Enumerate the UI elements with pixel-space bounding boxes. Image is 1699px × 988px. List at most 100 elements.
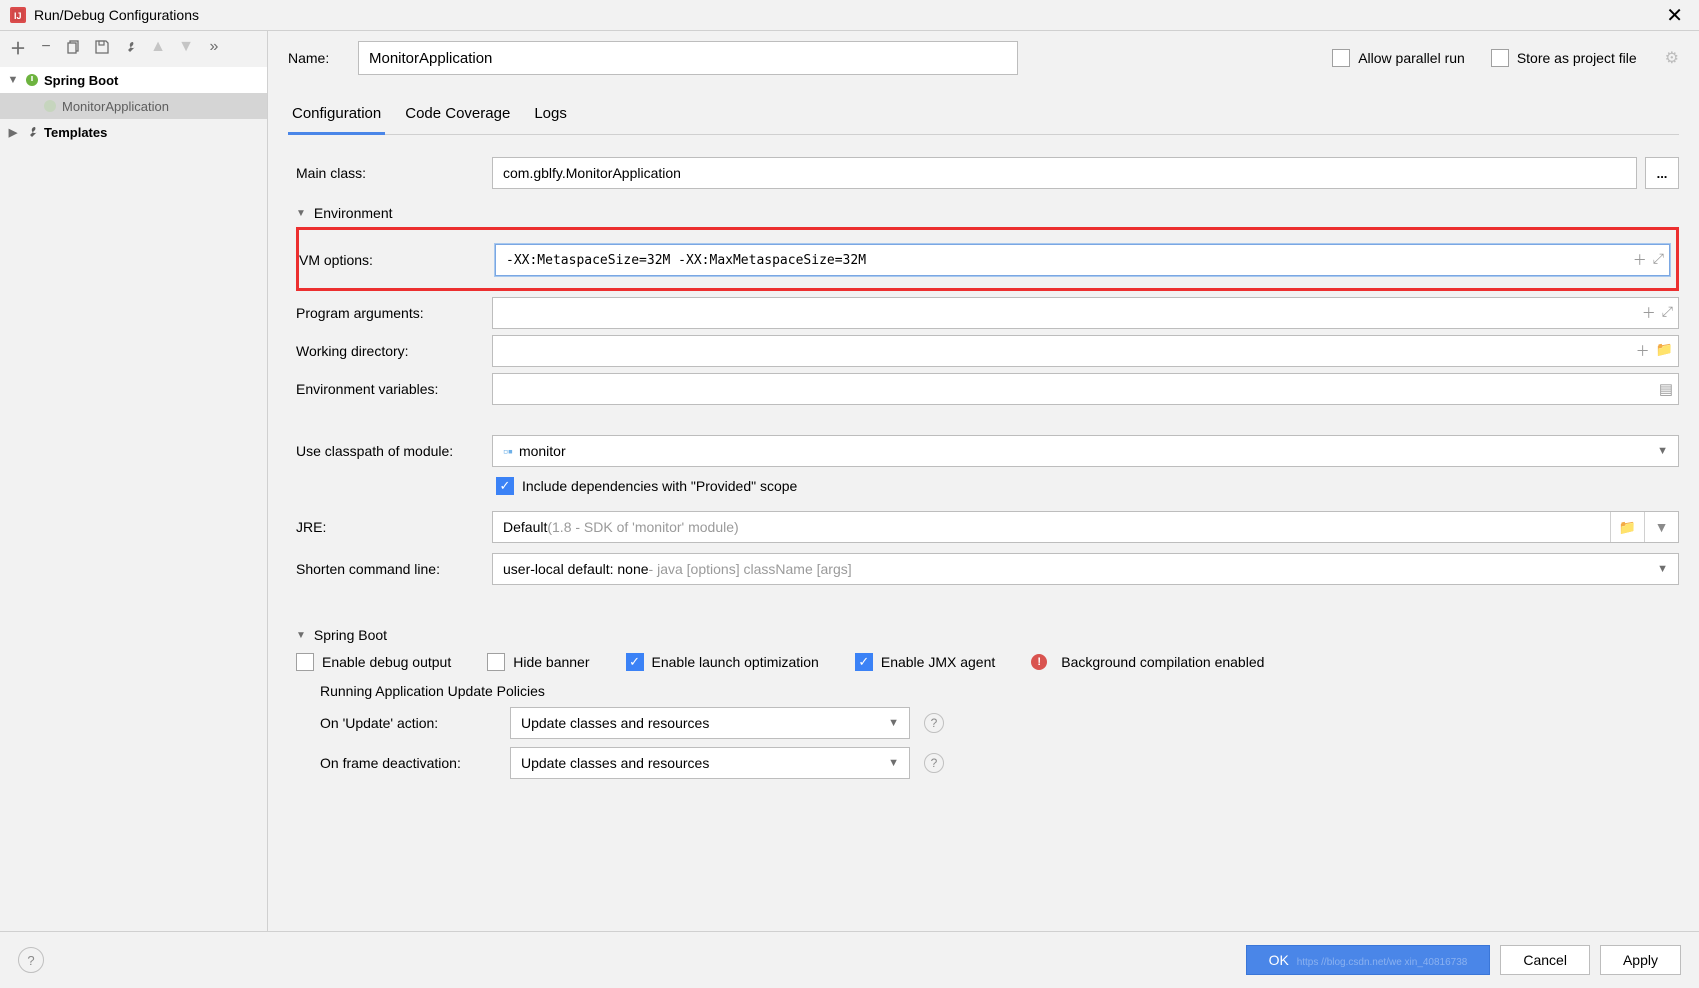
tabs: Configuration Code Coverage Logs — [288, 97, 1679, 135]
classpath-row: Use classpath of module: ▫▪ monitor ▼ — [296, 435, 1679, 467]
folder-icon[interactable]: 📁 — [1610, 512, 1644, 542]
svg-text:IJ: IJ — [14, 11, 22, 21]
vm-options-input[interactable] — [495, 244, 1670, 276]
help-icon[interactable]: ? — [924, 713, 944, 733]
program-args-label: Program arguments: — [296, 305, 492, 321]
shorten-label: Shorten command line: — [296, 561, 492, 577]
on-frame-row: On frame deactivation: Update classes an… — [320, 747, 1679, 779]
update-policies-title: Running Application Update Policies — [320, 683, 1679, 699]
remove-icon[interactable]: − — [38, 39, 54, 55]
tab-code-coverage[interactable]: Code Coverage — [401, 97, 514, 135]
environment-section-header[interactable]: ▼ Environment — [296, 205, 1679, 221]
on-update-label: On 'Update' action: — [320, 715, 510, 731]
help-icon[interactable]: ? — [924, 753, 944, 773]
jre-label: JRE: — [296, 519, 492, 535]
close-icon[interactable]: ✕ — [1660, 3, 1689, 28]
field-icons: ＋ 📁 — [1636, 341, 1673, 361]
shorten-select[interactable]: user-local default: none - java [options… — [492, 553, 1679, 585]
insert-macro-icon[interactable]: ＋ — [1636, 341, 1650, 361]
tree-label: Spring Boot — [44, 73, 118, 88]
more-icon[interactable]: » — [206, 39, 222, 55]
select-value: Update classes and resources — [521, 755, 709, 771]
update-policies: Running Application Update Policies On '… — [320, 683, 1679, 779]
tree-item-springboot[interactable]: ▼ Spring Boot — [0, 67, 267, 93]
allow-parallel-check[interactable]: Allow parallel run — [1332, 49, 1465, 67]
warning-text: Background compilation enabled — [1061, 654, 1264, 670]
field-icons: ＋ ⤢ — [1642, 303, 1673, 323]
checkbox-checked-icon: ✓ — [855, 653, 873, 671]
env-vars-label: Environment variables: — [296, 381, 492, 397]
run-debug-dialog: IJ Run/Debug Configurations ✕ ＋ − ▲ ▼ » … — [0, 0, 1699, 988]
cancel-button[interactable]: Cancel — [1500, 945, 1590, 975]
env-vars-row: Environment variables: ▤ — [296, 373, 1679, 405]
classpath-select[interactable]: ▫▪ monitor ▼ — [492, 435, 1679, 467]
checkbox-icon — [296, 653, 314, 671]
env-vars-input[interactable] — [492, 373, 1679, 405]
on-frame-label: On frame deactivation: — [320, 755, 510, 771]
down-icon[interactable]: ▼ — [178, 39, 194, 55]
name-input[interactable] — [358, 41, 1018, 75]
jre-select[interactable]: Default (1.8 - SDK of 'monitor' module) … — [492, 511, 1679, 543]
on-update-select[interactable]: Update classes and resources ▼ — [510, 707, 910, 739]
sidebar: ＋ − ▲ ▼ » ▼ Spring Boot MonitorApplicati… — [0, 31, 268, 931]
expand-icon[interactable]: ⤢ — [1662, 303, 1673, 323]
wrench-icon[interactable] — [122, 39, 138, 55]
jre-prefix: Default — [503, 519, 547, 535]
insert-macro-icon[interactable]: ＋ — [1633, 250, 1647, 270]
enable-debug-output-check[interactable]: Enable debug output — [296, 653, 451, 671]
name-label: Name: — [288, 50, 338, 66]
field-icons: ＋ ⤢ — [1633, 250, 1664, 270]
section-title: Environment — [314, 205, 393, 221]
copy-icon[interactable] — [66, 39, 82, 55]
main-class-row: Main class: ... — [296, 157, 1679, 189]
ok-button[interactable]: OK https //blog.csdn.net/we xin_40816738 — [1246, 945, 1491, 975]
chevron-down-icon: ▼ — [1657, 563, 1668, 575]
titlebar: IJ Run/Debug Configurations ✕ — [0, 0, 1699, 30]
apply-button[interactable]: Apply — [1600, 945, 1681, 975]
help-button[interactable]: ? — [18, 947, 44, 973]
tree-label: Templates — [44, 125, 107, 140]
browse-main-class-button[interactable]: ... — [1645, 157, 1679, 189]
chevron-down-icon: ▼ — [888, 757, 899, 769]
springboot-icon — [42, 98, 58, 114]
on-update-row: On 'Update' action: Update classes and r… — [320, 707, 1679, 739]
springboot-icon — [24, 72, 40, 88]
check-label: Include dependencies with "Provided" sco… — [522, 478, 797, 494]
expand-icon[interactable]: ⤢ — [1653, 250, 1664, 270]
store-as-project-check[interactable]: Store as project file — [1491, 49, 1637, 67]
check-label: Enable launch optimization — [652, 654, 819, 670]
config-tree: ▼ Spring Boot MonitorApplication ▶ Templ… — [0, 63, 267, 931]
chevron-down-icon: ▼ — [888, 717, 899, 729]
tree-item-monitorapp[interactable]: MonitorApplication — [0, 93, 267, 119]
enable-launch-opt-check[interactable]: ✓ Enable launch optimization — [626, 653, 819, 671]
up-icon[interactable]: ▲ — [150, 39, 166, 55]
save-icon[interactable] — [94, 39, 110, 55]
working-dir-label: Working directory: — [296, 343, 492, 359]
program-args-input[interactable] — [492, 297, 1679, 329]
tab-logs[interactable]: Logs — [530, 97, 571, 135]
enable-jmx-agent-check[interactable]: ✓ Enable JMX agent — [855, 653, 995, 671]
dialog-title: Run/Debug Configurations — [34, 7, 199, 23]
working-dir-input[interactable] — [492, 335, 1679, 367]
main-class-input[interactable] — [492, 157, 1637, 189]
chevron-down-icon: ▼ — [6, 74, 20, 86]
check-label: Hide banner — [513, 654, 589, 670]
name-checks: Allow parallel run Store as project file… — [1332, 48, 1679, 68]
hide-banner-check[interactable]: Hide banner — [487, 653, 589, 671]
checkbox-checked-icon: ✓ — [626, 653, 644, 671]
field-icons: ▤ — [1659, 380, 1673, 398]
add-icon[interactable]: ＋ — [10, 39, 26, 55]
gear-icon[interactable]: ⚙ — [1665, 48, 1679, 68]
folder-icon[interactable]: 📁 — [1656, 341, 1673, 361]
include-provided-check[interactable]: ✓ Include dependencies with "Provided" s… — [496, 477, 1679, 495]
chevron-down-icon[interactable]: ▼ — [1644, 512, 1678, 542]
list-icon[interactable]: ▤ — [1659, 380, 1673, 398]
shorten-prefix: user-local default: none — [503, 561, 649, 577]
springboot-section-header[interactable]: ▼ Spring Boot — [296, 627, 1679, 643]
tree-item-templates[interactable]: ▶ Templates — [0, 119, 267, 145]
tab-configuration[interactable]: Configuration — [288, 97, 385, 135]
sidebar-toolbar: ＋ − ▲ ▼ » — [0, 31, 267, 63]
on-frame-select[interactable]: Update classes and resources ▼ — [510, 747, 910, 779]
shorten-detail: - java [options] className [args] — [649, 561, 852, 577]
insert-macro-icon[interactable]: ＋ — [1642, 303, 1656, 323]
